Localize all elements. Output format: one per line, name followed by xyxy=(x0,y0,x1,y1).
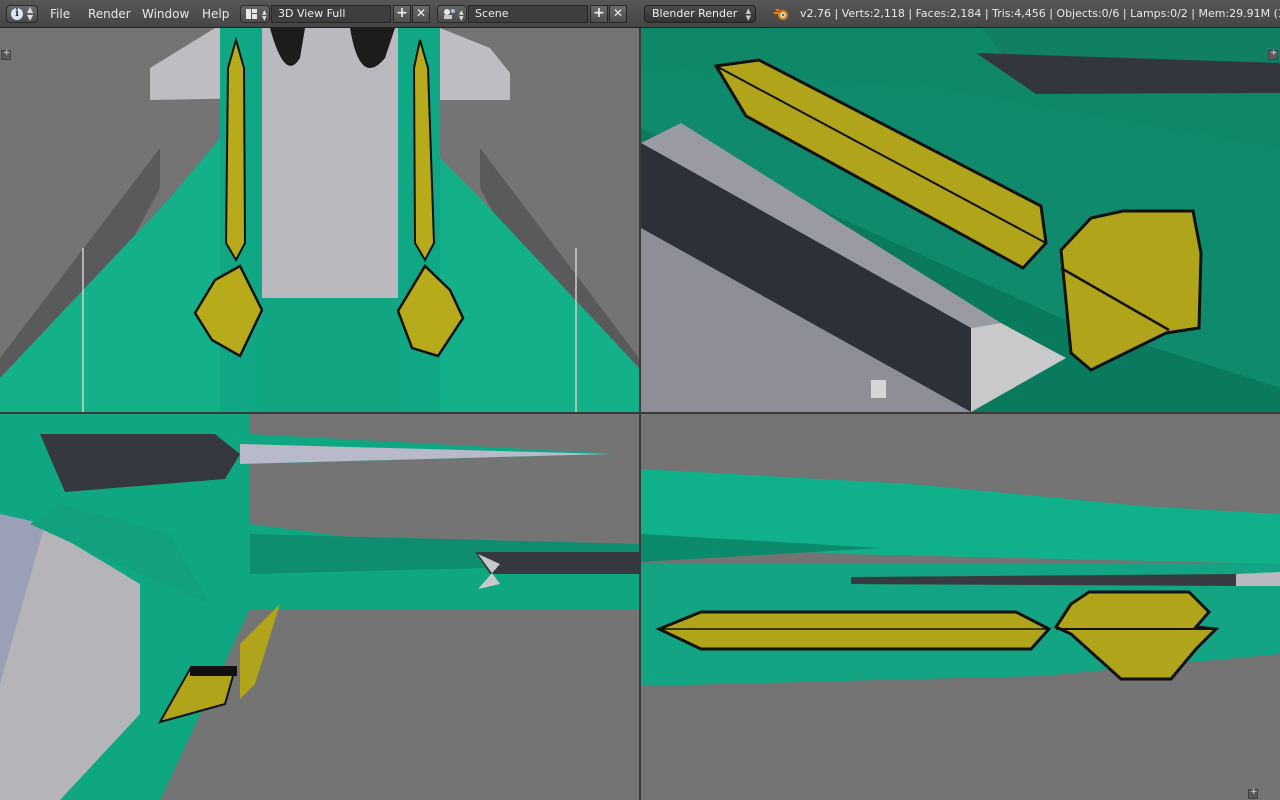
updown-arrow-icon: ▲ ▼ xyxy=(27,5,34,22)
add-screen-button[interactable]: + xyxy=(393,5,411,23)
remove-screen-button[interactable]: ✕ xyxy=(412,5,430,23)
info-icon: i xyxy=(11,8,23,20)
viewport-top-right[interactable] xyxy=(641,28,1280,412)
region-toggle-tab[interactable] xyxy=(1268,48,1278,60)
info-header: i ▲ ▼ File Render Window Help ▲ ▼ 3D View… xyxy=(0,0,1280,28)
editor-type-button[interactable]: i ▲ ▼ xyxy=(6,5,38,23)
svg-text:▼: ▼ xyxy=(262,15,267,22)
screen-layout-selector[interactable]: ▲ ▼ xyxy=(240,5,270,23)
viewport-top-right-scene xyxy=(641,28,1280,412)
scene-stats: v2.76 | Verts:2,118 | Faces:2,184 | Tris… xyxy=(800,7,1280,20)
menu-file[interactable]: File xyxy=(50,0,70,28)
viewport-top-left-scene xyxy=(0,28,639,412)
screen-layout-name[interactable]: 3D View Full xyxy=(271,5,391,23)
region-toggle-tab[interactable] xyxy=(1248,787,1258,799)
updown-arrow-icon: ▲ ▼ xyxy=(745,7,751,22)
menu-render[interactable]: Render xyxy=(88,0,131,28)
render-engine-selector[interactable]: Blender Render ▲ ▼ xyxy=(644,5,756,23)
scene-selector[interactable]: ▲ ▼ xyxy=(437,5,467,23)
render-engine-label: Blender Render xyxy=(652,7,738,20)
viewport-bottom-left[interactable] xyxy=(0,414,639,800)
area-split-horizontal[interactable] xyxy=(0,412,1280,414)
viewport-bottom-right[interactable] xyxy=(641,414,1280,800)
menu-help[interactable]: Help xyxy=(202,0,229,28)
blender-logo-icon xyxy=(773,9,788,20)
region-toggle-tab[interactable] xyxy=(1,48,11,60)
viewport-bottom-right-scene xyxy=(641,414,1280,800)
remove-scene-button[interactable]: ✕ xyxy=(609,5,627,23)
scene-icon: ▲ ▼ xyxy=(444,9,464,22)
scene-name[interactable]: Scene xyxy=(468,5,588,23)
area-split-vertical[interactable] xyxy=(639,28,641,800)
layout-grid-icon: ▲ ▼ xyxy=(246,9,267,22)
viewport-top-left[interactable] xyxy=(0,28,639,412)
add-scene-button[interactable]: + xyxy=(590,5,608,23)
viewport-bottom-left-scene xyxy=(0,414,639,800)
menu-window[interactable]: Window xyxy=(142,0,189,28)
svg-text:▼: ▼ xyxy=(459,15,464,22)
